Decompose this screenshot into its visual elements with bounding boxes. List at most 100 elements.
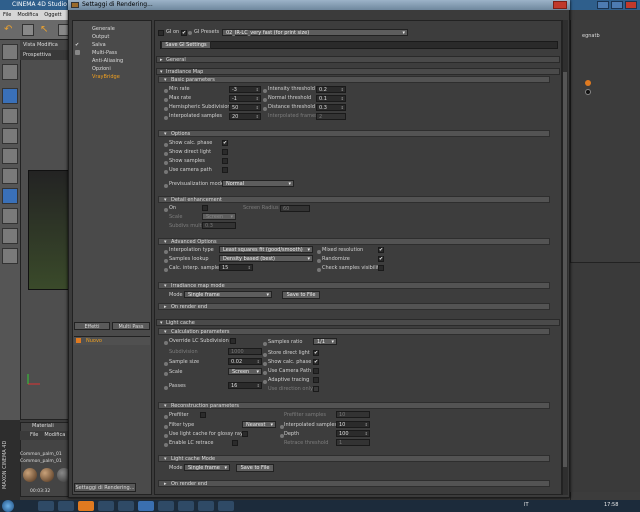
menu-oggetti[interactable]: Oggett: [44, 10, 61, 20]
radio-icon[interactable]: [263, 362, 267, 366]
taskbar-app-icon[interactable]: [158, 501, 174, 511]
radio-icon[interactable]: [164, 107, 168, 111]
taskbar-app-icon[interactable]: [198, 501, 214, 511]
normal-input[interactable]: 0.1 ⇕: [316, 95, 346, 102]
radio-icon[interactable]: [263, 380, 267, 384]
subsection-basic-parameters[interactable]: ▾ Basic parameters: [158, 76, 550, 83]
spinner-icon[interactable]: ⇕: [341, 96, 344, 102]
radio-icon[interactable]: [164, 372, 168, 376]
taskbar-app-icon[interactable]: [178, 501, 194, 511]
axis-tool-icon[interactable]: [2, 148, 18, 164]
lc-interp-samples-input[interactable]: 10 ⇕: [336, 421, 370, 428]
taskbar-app-icon[interactable]: [38, 501, 54, 511]
spinner-icon[interactable]: ⇕: [341, 87, 344, 93]
taskbar-app-icon[interactable]: [118, 501, 134, 511]
cursor-icon[interactable]: ↖: [40, 24, 52, 36]
randomize-checkbox[interactable]: ✔: [378, 256, 384, 262]
material-preview[interactable]: [23, 468, 37, 482]
nav-item-vraybridge[interactable]: VrayBridge: [92, 74, 120, 81]
lc-use-camera-checkbox[interactable]: [313, 368, 319, 374]
spinner-icon[interactable]: ⇕: [256, 96, 259, 102]
subsection-reconstruction[interactable]: ▾ Reconstruction parameters: [158, 402, 550, 409]
use-camera-checkbox[interactable]: [222, 167, 228, 173]
effects-button[interactable]: Effetti: [74, 322, 110, 330]
interp-type-dropdown[interactable]: Least squares fit (good/smooth): [219, 246, 313, 253]
radio-icon[interactable]: [164, 250, 168, 254]
radio-icon[interactable]: [164, 362, 168, 366]
filter-type-dropdown[interactable]: Nearest: [242, 421, 276, 428]
interp-frames-input[interactable]: 2: [316, 113, 346, 120]
lc-retrace-checkbox[interactable]: [232, 440, 238, 446]
radio-icon[interactable]: [164, 415, 168, 419]
sculpt-icon[interactable]: [2, 248, 18, 264]
lc-scale-dropdown[interactable]: Screen: [228, 368, 262, 375]
nav-item-opzioni[interactable]: Opzioni: [92, 66, 111, 73]
radio-icon[interactable]: [164, 268, 168, 272]
lc-mode-dropdown[interactable]: Single frame: [184, 464, 230, 471]
material-preview[interactable]: [40, 468, 54, 482]
nav-item-antialiasing[interactable]: Anti-Aliasing: [92, 58, 123, 65]
depth-input[interactable]: 100 ⇕: [336, 430, 370, 437]
nav-item-salva[interactable]: Salva: [92, 42, 106, 49]
spinner-icon[interactable]: ⇕: [257, 359, 260, 365]
store-direct-checkbox[interactable]: ✔: [313, 350, 319, 356]
spinner-icon[interactable]: ⇕: [256, 105, 259, 111]
section-general[interactable]: ▸ General: [156, 56, 560, 63]
adaptive-tracing-checkbox[interactable]: [313, 377, 319, 383]
select-icon[interactable]: [22, 24, 34, 36]
max-rate-input[interactable]: -1 ⇕: [229, 95, 261, 102]
irradiance-save-to-file-button[interactable]: Save to File: [282, 291, 320, 299]
mat-menu-modifica[interactable]: Modifica: [44, 431, 65, 440]
radio-icon[interactable]: [164, 98, 168, 102]
samples-lookup-dropdown[interactable]: Density based (best): [219, 255, 313, 262]
subdivs-input[interactable]: 0.3: [202, 222, 236, 229]
radio-icon[interactable]: [164, 143, 168, 147]
sample-ratio-dropdown[interactable]: 1/1: [313, 338, 337, 345]
material-name[interactable]: Common_palm_01: [20, 452, 75, 459]
radio-icon[interactable]: [263, 98, 267, 102]
passes-input[interactable]: 16 ⇕: [228, 382, 262, 389]
calc-interp-input[interactable]: 15 ⇕: [219, 264, 253, 271]
viewport-menu-vista[interactable]: Vista: [23, 42, 35, 48]
sample-size-input[interactable]: 0.02 ⇕: [228, 358, 262, 365]
render-settings-button[interactable]: Settaggi di Rendering...: [74, 483, 136, 492]
interp-samples-input[interactable]: 20 ⇕: [229, 113, 261, 120]
min-rate-input[interactable]: -3 ⇕: [229, 86, 261, 93]
maximize-icon[interactable]: [611, 1, 623, 9]
subsection-lc-on-render-end[interactable]: ▸ On render end: [158, 480, 550, 487]
material-name[interactable]: Common_palm_01: [20, 459, 75, 466]
radio-icon[interactable]: [164, 170, 168, 174]
subsection-irradiance-mode[interactable]: ▾ Irradiance map mode: [158, 282, 550, 289]
save-gi-settings-button[interactable]: Save GI Settings: [161, 41, 211, 49]
radio-icon[interactable]: [164, 443, 168, 447]
radio-icon[interactable]: [164, 341, 168, 345]
radio-icon[interactable]: [164, 259, 168, 263]
tweak-tool-icon[interactable]: [2, 168, 18, 184]
radio-icon[interactable]: [263, 371, 267, 375]
subsection-options[interactable]: ▾ Options: [158, 130, 550, 137]
unchecked-box-icon[interactable]: [75, 50, 80, 55]
radio-icon[interactable]: [317, 250, 321, 254]
checker-icon[interactable]: [2, 228, 18, 244]
show-samples-checkbox[interactable]: [222, 158, 228, 164]
section-light-cache[interactable]: ▾ Light cache: [156, 319, 560, 326]
model-tool-icon[interactable]: [2, 44, 18, 60]
radio-icon[interactable]: [164, 184, 168, 188]
taskbar-app-icon[interactable]: [218, 501, 234, 511]
subsection-calculation-parameters[interactable]: ▾ Calculation parameters: [158, 328, 550, 335]
spinner-icon[interactable]: ⇕: [257, 383, 260, 389]
gi-on-check[interactable]: ✔: [181, 30, 187, 36]
radio-icon[interactable]: [164, 425, 168, 429]
nav-item-output[interactable]: Output: [92, 34, 109, 41]
taskbar-app-icon[interactable]: [98, 501, 114, 511]
gi-presets-radio[interactable]: [188, 31, 192, 35]
radio-icon[interactable]: [164, 434, 168, 438]
spinner-icon[interactable]: ⇕: [365, 431, 368, 437]
nav-item-generale[interactable]: Generale: [92, 26, 115, 33]
screen-radius-input[interactable]: 60: [280, 205, 310, 212]
spinner-icon[interactable]: ⇕: [341, 105, 344, 111]
scrollbar-thumb[interactable]: [563, 72, 567, 467]
menu-file[interactable]: File: [3, 10, 11, 20]
detail-scale-dropdown[interactable]: Screen: [202, 213, 236, 220]
subsection-on-render-end[interactable]: ▸ On render end: [158, 303, 550, 310]
